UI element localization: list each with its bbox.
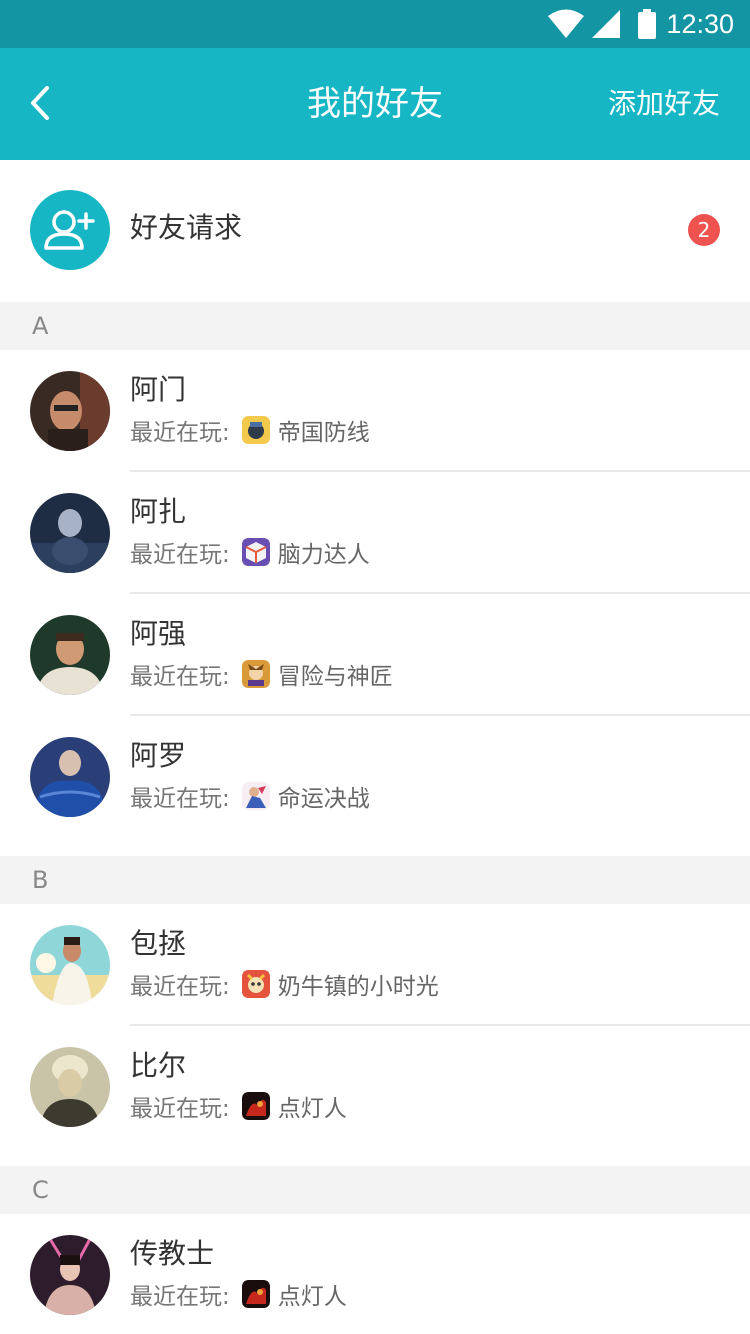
section-header-b: B [0, 856, 750, 904]
recent-game: 最近在玩: 脑力达人 [130, 532, 370, 572]
game-name: 命运决战 [277, 786, 370, 812]
section-header-c: C [0, 1166, 750, 1214]
game-name: 冒险与神匠 [277, 664, 393, 690]
status-bar: 12:30 [0, 0, 750, 48]
recent-label: 最近在玩: [130, 1284, 230, 1310]
recent-label: 最近在玩: [130, 542, 230, 568]
friend-row[interactable]: 传教士 最近在玩: 点灯人 [0, 1214, 750, 1334]
friend-row[interactable]: 阿扎 最近在玩: 脑力达人 [0, 472, 750, 594]
recent-game: 最近在玩: 点灯人 [130, 1086, 347, 1126]
request-count-badge: 2 [688, 214, 720, 246]
wifi-icon [548, 9, 585, 38]
friend-name: 阿门 [130, 373, 187, 406]
friend-name: 阿强 [130, 617, 187, 650]
recent-label: 最近在玩: [130, 420, 230, 446]
add-user-icon [30, 190, 110, 270]
friend-request-label: 好友请求 [130, 211, 243, 244]
game-name: 脑力达人 [277, 542, 370, 568]
nav-bar: 我的好友 添加好友 [0, 48, 750, 160]
friend-row[interactable]: 包拯 最近在玩: 奶牛镇的小时光 [0, 904, 750, 1026]
recent-game: 最近在玩: 命运决战 [130, 776, 370, 816]
friend-name: 阿罗 [130, 739, 187, 772]
game-icon [241, 538, 270, 566]
friend-request-row[interactable]: 好友请求 2 [0, 160, 750, 302]
recent-game: 最近在玩: 点灯人 [130, 1274, 347, 1314]
recent-label: 最近在玩: [130, 664, 230, 690]
add-friend-button[interactable]: 添加好友 [608, 48, 720, 160]
chevron-left-icon [31, 86, 49, 120]
recent-label: 最近在玩: [130, 974, 230, 1000]
recent-game: 最近在玩: 冒险与神匠 [130, 654, 393, 694]
game-name: 奶牛镇的小时光 [277, 974, 439, 1000]
battery-icon [638, 9, 657, 39]
status-time: 12:30 [666, 8, 734, 39]
recent-label: 最近在玩: [130, 786, 230, 812]
cell-signal-icon [592, 10, 621, 38]
avatar [30, 493, 110, 573]
avatar [30, 1235, 110, 1315]
friend-row[interactable]: 比尔 最近在玩: 点灯人 [0, 1026, 750, 1148]
section-header-a: A [0, 302, 750, 350]
avatar [30, 737, 110, 817]
game-name: 点灯人 [277, 1284, 347, 1310]
friend-row[interactable]: 阿罗 最近在玩: 命运决战 [0, 716, 750, 838]
friend-name: 包拯 [130, 927, 187, 960]
game-name: 帝国防线 [277, 420, 370, 446]
game-icon [241, 1280, 270, 1308]
friend-name: 比尔 [130, 1049, 187, 1082]
avatar [30, 1047, 110, 1127]
avatar [30, 925, 110, 1005]
recent-game: 最近在玩: 奶牛镇的小时光 [130, 964, 439, 1004]
game-icon [241, 782, 270, 810]
friend-row[interactable]: 阿强 最近在玩: 冒险与神匠 [0, 594, 750, 716]
game-name: 点灯人 [277, 1096, 347, 1122]
game-icon [241, 660, 270, 688]
back-button[interactable] [20, 78, 60, 128]
friend-name: 阿扎 [130, 495, 187, 528]
game-icon [241, 416, 270, 444]
game-icon [241, 1092, 270, 1120]
game-icon [241, 970, 270, 998]
recent-label: 最近在玩: [130, 1096, 230, 1122]
avatar [30, 371, 110, 451]
friend-name: 传教士 [130, 1237, 215, 1270]
avatar [30, 615, 110, 695]
friend-row[interactable]: 阿门 最近在玩: 帝国防线 [0, 350, 750, 472]
recent-game: 最近在玩: 帝国防线 [130, 410, 370, 450]
